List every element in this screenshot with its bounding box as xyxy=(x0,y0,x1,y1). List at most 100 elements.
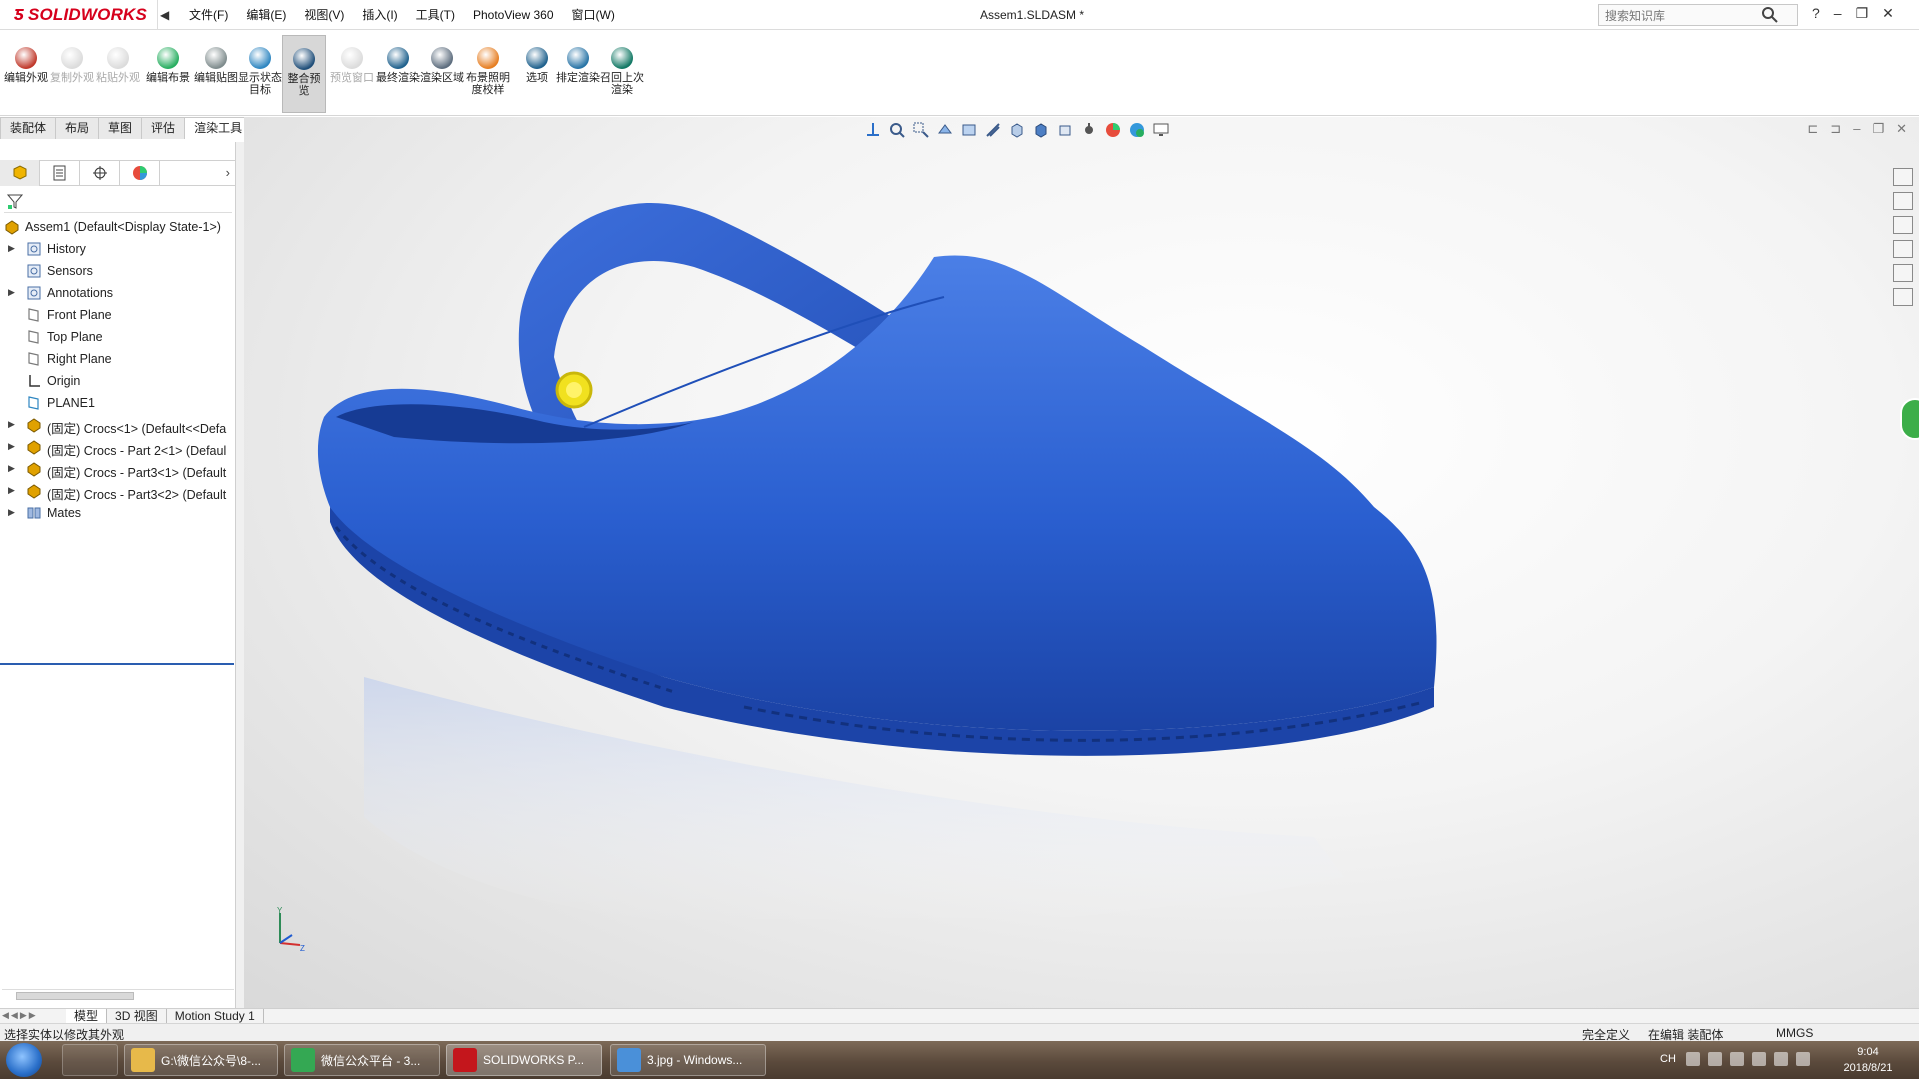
taskbar-window-button[interactable]: SOLIDWORKS P... xyxy=(446,1044,602,1076)
menu-window[interactable]: 窗口(W) xyxy=(563,6,624,23)
tree-node-label: (固定) Crocs - Part3<1> (Default xyxy=(47,466,227,480)
taskbar-window-button[interactable]: G:\微信公众号\8-... xyxy=(124,1044,278,1076)
tree-node[interactable]: Right Plane xyxy=(0,348,236,370)
command-button-6[interactable]: 整合预览 xyxy=(282,35,326,113)
shoe-model-render[interactable] xyxy=(244,117,1919,1008)
filter-icon[interactable] xyxy=(6,192,24,210)
tree-node[interactable]: Top Plane xyxy=(0,326,236,348)
expand-arrow-icon[interactable]: ▶ xyxy=(8,287,16,298)
plane-icon xyxy=(28,308,39,322)
configuration-manager-tab[interactable] xyxy=(80,160,120,186)
tree-node-label: Origin xyxy=(47,374,81,388)
feature-tree-tab[interactable] xyxy=(0,160,40,186)
tree-node[interactable]: Front Plane xyxy=(0,304,236,326)
units-selector[interactable]: MMGS xyxy=(1776,1026,1813,1040)
custom-properties-icon[interactable] xyxy=(1893,288,1913,306)
solidworks-logo[interactable]: ƽ SOLIDWORKS xyxy=(0,0,158,30)
tab-2[interactable]: 草图 xyxy=(98,117,143,139)
tab-3d-view[interactable]: 3D 视图 xyxy=(107,1008,167,1024)
close-icon[interactable]: ✕ xyxy=(1882,5,1894,22)
command-button-7[interactable]: 预览窗口 xyxy=(330,35,374,113)
update-icon[interactable] xyxy=(1796,1052,1810,1066)
command-icon xyxy=(293,48,315,70)
command-button-12[interactable]: 排定渲染 xyxy=(556,35,600,113)
tree-node[interactable]: ▶ (固定) Crocs<1> (Default<<Defa xyxy=(0,414,236,436)
pinned-app-icon[interactable] xyxy=(62,1044,118,1076)
expand-arrow-icon[interactable]: ▶ xyxy=(8,485,16,496)
command-button-8[interactable]: 最终渲染 xyxy=(376,35,420,113)
network-icon[interactable] xyxy=(1686,1052,1700,1066)
view-palette-icon[interactable] xyxy=(1893,240,1913,258)
tree-node[interactable]: ▶ Mates xyxy=(0,502,236,524)
floating-green-badge[interactable] xyxy=(1900,398,1919,440)
tree-node[interactable]: ▶ (固定) Crocs - Part 2<1> (Defaul xyxy=(0,436,236,458)
clock-time: 9:04 xyxy=(1857,1046,1879,1058)
file-explorer-icon[interactable] xyxy=(1893,216,1913,234)
chevron-right-icon[interactable]: › xyxy=(226,165,230,180)
start-button[interactable] xyxy=(6,1043,42,1077)
tab-3[interactable]: 评估 xyxy=(141,117,186,139)
tab-motion-study[interactable]: Motion Study 1 xyxy=(167,1008,264,1024)
panel-splitter[interactable] xyxy=(236,142,244,1008)
tree-node[interactable]: PLANE1 xyxy=(0,392,236,414)
minimize-icon[interactable]: – xyxy=(1834,5,1842,22)
expand-arrow-icon[interactable]: ▶ xyxy=(8,441,16,452)
expand-arrow-icon[interactable]: ▶ xyxy=(8,463,16,474)
menu-insert[interactable]: 插入(I) xyxy=(353,6,406,23)
search-input[interactable]: 搜索知识库 xyxy=(1598,4,1798,26)
taskbar-window-button[interactable]: 3.jpg - Windows... xyxy=(610,1044,766,1076)
menu-view[interactable]: 视图(V) xyxy=(295,6,353,23)
menu-photoview[interactable]: PhotoView 360 xyxy=(464,8,563,22)
tree-node[interactable]: Sensors xyxy=(0,260,236,282)
property-manager-tab[interactable] xyxy=(40,160,80,186)
menu-flyout-arrow-icon[interactable]: ◀ xyxy=(160,8,174,22)
tab-0[interactable]: 装配体 xyxy=(0,117,57,139)
tab-scroll-arrows[interactable]: ◀◀▶▶ xyxy=(2,1010,66,1023)
command-button-9[interactable]: 渲染区域 xyxy=(420,35,464,113)
command-button-2[interactable]: 粘贴外观 xyxy=(96,35,140,113)
expand-arrow-icon[interactable]: ▶ xyxy=(8,243,16,254)
system-clock[interactable]: 9:04 2018/8/21 xyxy=(1836,1044,1900,1076)
command-button-3[interactable]: 编辑布景 xyxy=(146,35,190,113)
taskbar-window-button[interactable]: 微信公众平台 - 3... xyxy=(284,1044,440,1076)
command-button-1[interactable]: 复制外观 xyxy=(50,35,94,113)
input-language[interactable]: CH xyxy=(1660,1053,1676,1065)
volume-icon[interactable] xyxy=(1752,1052,1766,1066)
tree-node[interactable]: ▶ History xyxy=(0,238,236,260)
command-button-10[interactable]: 布景照明度校样 xyxy=(466,35,510,113)
scrollbar-thumb[interactable] xyxy=(16,992,134,1000)
menu-tools[interactable]: 工具(T) xyxy=(407,6,464,23)
tab-4[interactable]: 渲染工具 xyxy=(184,117,253,139)
tree-node[interactable]: ▶ (固定) Crocs - Part3<2> (Default xyxy=(0,480,236,502)
tree-node[interactable]: ▶ Annotations xyxy=(0,282,236,304)
command-button-0[interactable]: 编辑外观 xyxy=(4,35,48,113)
rollback-bar[interactable] xyxy=(0,663,234,665)
appearances-icon[interactable] xyxy=(1893,264,1913,282)
command-icon xyxy=(15,47,37,69)
tab-model[interactable]: 模型 xyxy=(66,1008,108,1024)
tree-horizontal-scrollbar[interactable] xyxy=(2,989,234,1001)
search-icon[interactable] xyxy=(1761,6,1779,24)
tree-node[interactable]: Assem1 (Default<Display State-1>) xyxy=(0,216,236,238)
command-button-5[interactable]: 显示状态目标 xyxy=(238,35,282,113)
menu-file[interactable]: 文件(F) xyxy=(180,6,237,23)
expand-arrow-icon[interactable]: ▶ xyxy=(8,419,16,430)
graphics-viewport[interactable]: ⊏ ⊐ – ❐ ✕ Y Z xyxy=(244,117,1919,1008)
battery-icon[interactable] xyxy=(1774,1052,1788,1066)
display-manager-tab[interactable] xyxy=(120,160,160,186)
security-icon[interactable] xyxy=(1708,1052,1722,1066)
qq-icon[interactable] xyxy=(1730,1052,1744,1066)
help-icon[interactable]: ? xyxy=(1812,5,1820,22)
tree-node-label: (固定) Crocs<1> (Default<<Defa xyxy=(47,422,227,436)
home-icon[interactable] xyxy=(1893,168,1913,186)
tree-node[interactable]: Origin xyxy=(0,370,236,392)
restore-icon[interactable]: ❐ xyxy=(1856,5,1869,22)
design-library-icon[interactable] xyxy=(1893,192,1913,210)
command-button-11[interactable]: 选项 xyxy=(515,35,559,113)
expand-arrow-icon[interactable]: ▶ xyxy=(8,507,16,518)
tab-1[interactable]: 布局 xyxy=(55,117,100,139)
tree-node[interactable]: ▶ (固定) Crocs - Part3<1> (Default xyxy=(0,458,236,480)
command-button-4[interactable]: 编辑贴图 xyxy=(194,35,238,113)
menu-edit[interactable]: 编辑(E) xyxy=(237,6,295,23)
command-button-13[interactable]: 召回上次渲染 xyxy=(600,35,644,113)
